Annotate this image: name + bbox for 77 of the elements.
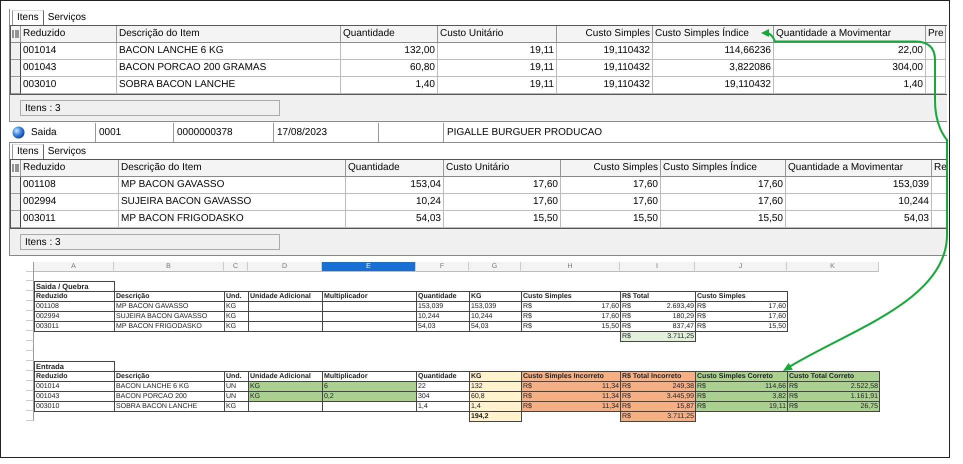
table-cell: 19,110432 [557,43,653,60]
column-header[interactable]: Custo Simples [561,160,661,177]
table-cell: 17,60 [661,194,786,211]
column-header[interactable]: Quantidade a Movimentar [786,160,932,177]
column-header[interactable]: Custo Unitário [438,26,557,43]
row-header[interactable] [11,77,21,94]
row-header[interactable] [11,211,21,228]
table-cell: 17,60 [444,177,561,194]
column-header[interactable]: Reduzido [21,26,117,43]
table-cell: MP BACON FRIGODASKO [119,211,346,228]
table-cell: 15,50 [561,211,661,228]
table-cell: 003011 [21,211,119,228]
item-count: Itens : 3 [20,234,280,250]
column-header[interactable]: Custo Simples [557,26,653,43]
table-cell: MP BACON GAVASSO [119,177,346,194]
table-cell: 60,80 [341,60,438,77]
row-header[interactable] [11,194,21,211]
column-header[interactable]: Quantidade [341,26,438,43]
table-cell: 17,60 [444,194,561,211]
tab[interactable]: Itens [12,10,44,25]
column-header[interactable]: Descrição do Item [117,26,341,43]
table-cell: 22,00 [774,43,926,60]
record-name: PIGALLE BURGUER PRODUCAO [446,126,604,140]
table-cell: 10,24 [346,194,444,211]
table-cell: 19,110432 [557,77,653,94]
table-cell: 153,04 [346,177,444,194]
row-header[interactable] [11,60,21,77]
record-type: Saida [31,126,57,140]
column-header[interactable]: Descrição do Item [119,160,346,177]
table-cell: 19,11 [438,77,557,94]
table-cell: 10,244 [786,194,932,211]
table-cell: 19,11 [438,43,557,60]
row-header[interactable] [11,177,21,194]
table-cell: 153,039 [786,177,932,194]
table-cell: 15,50 [661,211,786,228]
table-cell: 002994 [21,194,119,211]
record-code: 0001 [96,123,174,142]
empty-cell [926,60,946,77]
table-cell: 1,40 [774,77,926,94]
table-cell: 19,11 [438,60,557,77]
table-cell: 1,40 [341,77,438,94]
table-cell: 132,00 [341,43,438,60]
item-count: Itens : 3 [20,100,280,116]
empty-cell [926,77,946,94]
table-cell: 17,60 [561,177,661,194]
table-cell: 114,66236 [653,43,774,60]
table-cell: 17,60 [661,177,786,194]
table-cell: 19,110432 [653,77,774,94]
empty-cell [926,43,946,60]
column-header[interactable]: Custo Simples Índice [653,26,774,43]
table-cell: 001014 [21,43,117,60]
globe-icon [12,126,25,139]
tab[interactable]: Itens [12,144,44,159]
column-list-icon[interactable] [12,164,19,172]
table-cell: 304,00 [774,60,926,77]
table-cell: 19,110432 [557,60,653,77]
table-cell: 54,03 [346,211,444,228]
column-list-icon[interactable] [12,30,19,38]
table-cell: BACON PORCAO 200 GRAMAS [117,60,341,77]
table-cell: 15,50 [444,211,561,228]
row-header[interactable] [11,43,21,60]
table-cell: 001108 [21,177,119,194]
table-cell: BACON LANCHE 6 KG [117,43,341,60]
record-date: 17/08/2023 [274,123,379,142]
table-cell: 54,03 [786,211,932,228]
table-cell: 001043 [21,60,117,77]
table-cell: 3,822086 [653,60,774,77]
column-header[interactable]: Reduzido [21,160,119,177]
table-cell: SOBRA BACON LANCHE [117,77,341,94]
column-header[interactable]: Pre [926,26,946,43]
record-number: 0000000378 [174,123,274,142]
column-header[interactable]: Custo Unitário [444,160,561,177]
table-cell: SUJEIRA BACON GAVASSO [119,194,346,211]
column-header[interactable]: Quantidade [346,160,444,177]
table-cell: 17,60 [561,194,661,211]
column-header[interactable]: Custo Simples Índice [661,160,786,177]
table-cell: 003010 [21,77,117,94]
